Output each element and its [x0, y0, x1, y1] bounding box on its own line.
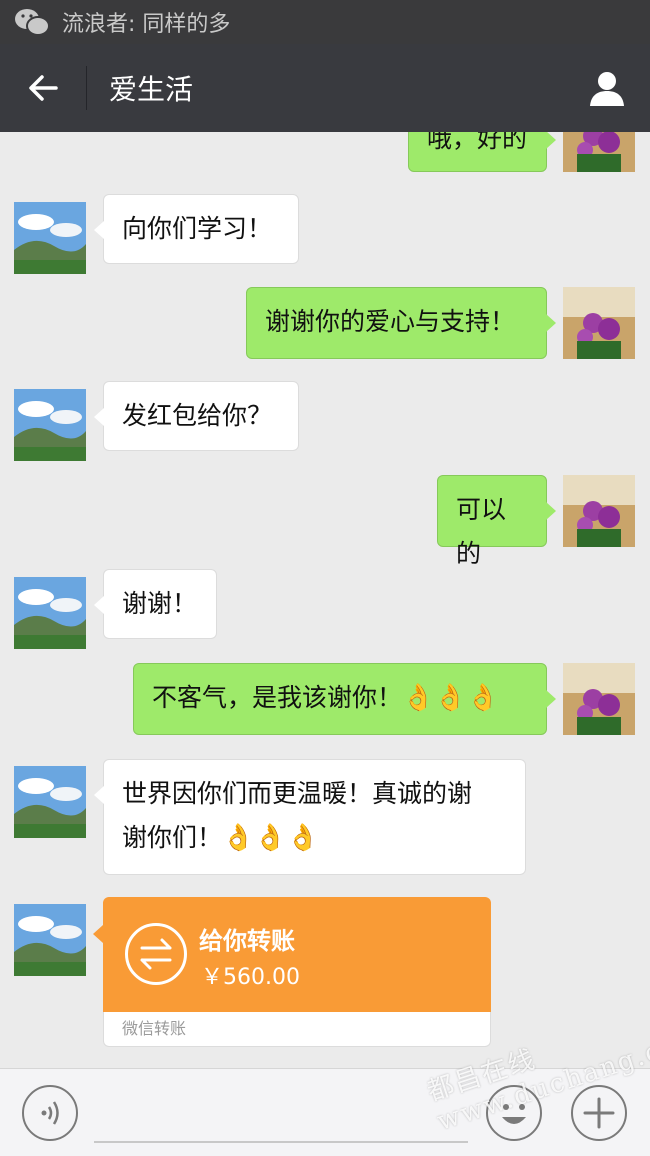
transfer-title: 给你转账 — [199, 927, 295, 955]
message-text: 向你们学习！ — [122, 214, 273, 243]
transfer-amount: ￥560.00 — [201, 965, 300, 990]
message-text: 谢你们！ — [122, 823, 223, 852]
avatar-self[interactable] — [563, 132, 635, 172]
transfer-icon — [125, 923, 187, 985]
chat-area[interactable]: 哦，好的 向你们学习！ 谢谢你的爱心与支持！ 发红包给你？ 可以的 谢谢！ 不客… — [0, 132, 650, 1068]
message-text: 世界因你们而更温暖！真诚的谢 — [122, 779, 473, 808]
plus-icon — [583, 1097, 615, 1129]
avatar-contact[interactable] — [14, 389, 86, 461]
message-bubble-left[interactable]: 世界因你们而更温暖！真诚的谢 谢你们！👌👌👌 — [94, 759, 526, 875]
more-button[interactable] — [571, 1085, 627, 1141]
notification-text: 流浪者: 同样的多 — [62, 12, 231, 37]
avatar-self[interactable] — [563, 663, 635, 735]
transfer-card[interactable]: 给你转账 ￥560.00 微信转账 — [93, 897, 491, 1047]
message-bubble-left[interactable]: 谢谢！ — [94, 569, 217, 639]
message-bubble-right[interactable]: 哦，好的 — [408, 132, 556, 172]
wechat-icon — [14, 7, 50, 37]
message-text: 哦，好的 — [427, 132, 528, 153]
transfer-card-body: 给你转账 ￥560.00 — [93, 897, 491, 1012]
notification-bar[interactable]: 流浪者: 同样的多 — [0, 0, 650, 44]
message-text: 谢谢！ — [122, 589, 198, 618]
voice-button[interactable] — [22, 1085, 78, 1141]
message-bubble-right[interactable]: 可以的 — [437, 475, 556, 568]
back-button[interactable] — [0, 44, 86, 132]
text-input[interactable] — [94, 1141, 468, 1143]
avatar-contact[interactable] — [14, 202, 86, 274]
message-bubble-left[interactable]: 发红包给你？ — [94, 381, 299, 451]
message-text: 谢谢你的爱心与支持！ — [265, 307, 516, 336]
avatar-self[interactable] — [563, 475, 635, 547]
transfer-footer: 微信转账 — [103, 1012, 491, 1047]
back-arrow-icon — [29, 75, 58, 101]
header-divider — [86, 66, 87, 110]
ok-hand-emoji: 👌👌👌 — [222, 823, 320, 853]
person-icon — [590, 72, 624, 106]
avatar-contact[interactable] — [14, 904, 86, 976]
message-text: 可以的 — [456, 495, 507, 568]
chat-title: 爱生活 — [109, 73, 194, 106]
chat-header: 爱生活 — [0, 44, 650, 132]
message-bubble-right[interactable]: 不客气，是我该谢你！👌👌👌 — [133, 663, 556, 735]
avatar-self[interactable] — [563, 287, 635, 359]
avatar-contact[interactable] — [14, 766, 86, 838]
message-bubble-right[interactable]: 谢谢你的爱心与支持！ — [246, 287, 556, 359]
message-text: 发红包给你？ — [122, 401, 273, 430]
chat-info-button[interactable] — [564, 44, 650, 132]
voice-icon — [41, 1101, 59, 1125]
avatar-contact[interactable] — [14, 577, 86, 649]
message-text: 不客气，是我该谢你！ — [152, 683, 403, 712]
message-bubble-left[interactable]: 向你们学习！ — [94, 194, 299, 264]
ok-hand-emoji: 👌👌👌 — [402, 683, 500, 713]
